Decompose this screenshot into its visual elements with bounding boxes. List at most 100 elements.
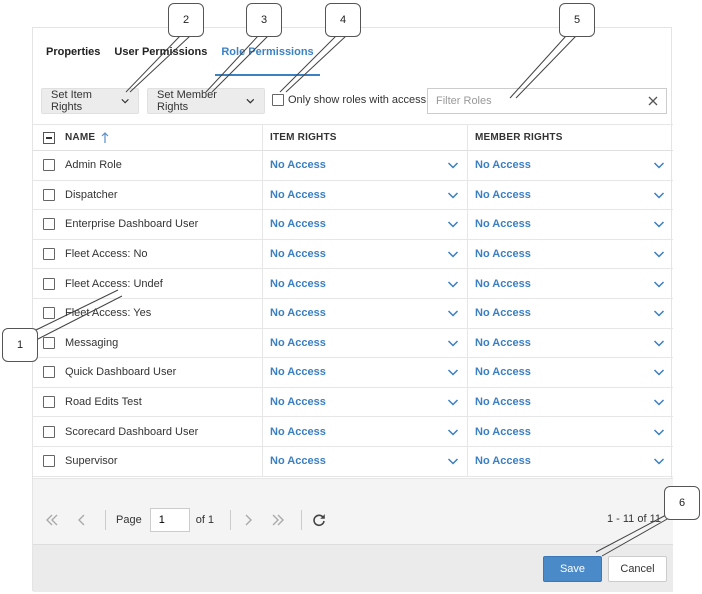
member-rights-dropdown[interactable]: No Access bbox=[468, 388, 673, 417]
tab-properties[interactable]: Properties bbox=[46, 46, 100, 76]
row-checkbox[interactable] bbox=[43, 455, 55, 468]
row-checkbox[interactable] bbox=[43, 159, 55, 172]
row-checkbox[interactable] bbox=[43, 277, 55, 290]
item-rights-dropdown[interactable]: No Access bbox=[263, 298, 468, 328]
member-rights-value: No Access bbox=[475, 425, 531, 438]
table-row[interactable]: Messaging No Access No Access bbox=[33, 328, 673, 359]
chevron-down-icon[interactable] bbox=[447, 307, 459, 319]
last-page-icon[interactable] bbox=[271, 513, 285, 527]
item-rights-dropdown[interactable]: No Access bbox=[263, 387, 468, 417]
set-member-rights-button[interactable]: Set Member Rights bbox=[147, 88, 265, 114]
sort-ascending-icon bbox=[101, 131, 109, 143]
member-rights-dropdown[interactable]: No Access bbox=[468, 151, 673, 180]
first-page-icon[interactable] bbox=[45, 513, 59, 527]
chevron-down-icon[interactable] bbox=[653, 248, 665, 260]
item-rights-dropdown[interactable]: No Access bbox=[263, 328, 468, 358]
member-rights-dropdown[interactable]: No Access bbox=[468, 240, 673, 269]
table-row[interactable]: Fleet Access: No No Access No Access bbox=[33, 239, 673, 270]
item-rights-value: No Access bbox=[270, 366, 326, 379]
chevron-down-icon[interactable] bbox=[447, 189, 459, 201]
member-rights-value: No Access bbox=[475, 248, 531, 261]
table-row[interactable]: Supervisor No Access No Access bbox=[33, 446, 673, 477]
table-row[interactable]: Admin Role No Access No Access bbox=[33, 151, 673, 181]
chevron-down-icon[interactable] bbox=[447, 278, 459, 290]
member-rights-dropdown[interactable]: No Access bbox=[468, 269, 673, 298]
chevron-down-icon[interactable] bbox=[653, 426, 665, 438]
chevron-down-icon[interactable] bbox=[653, 337, 665, 349]
only-show-roles-checkbox[interactable] bbox=[272, 94, 284, 106]
filter-roles-input[interactable] bbox=[436, 95, 648, 107]
member-rights-dropdown[interactable]: No Access bbox=[468, 417, 673, 446]
row-checkbox[interactable] bbox=[43, 425, 55, 438]
role-name-cell: Scorecard Dashboard User bbox=[65, 417, 263, 446]
table-row[interactable]: Enterprise Dashboard User No Access No Acc… bbox=[33, 210, 673, 240]
role-name-cell: Supervisor bbox=[65, 446, 263, 476]
item-rights-dropdown[interactable]: No Access bbox=[263, 151, 468, 180]
member-rights-dropdown[interactable]: No Access bbox=[468, 447, 673, 476]
chevron-down-icon[interactable] bbox=[653, 159, 665, 171]
page-number-input[interactable] bbox=[149, 508, 190, 532]
row-checkbox[interactable] bbox=[43, 307, 55, 320]
toolbar: Set Item Rights Set Member Rights Only s… bbox=[41, 88, 667, 114]
cancel-button[interactable]: Cancel bbox=[608, 556, 667, 582]
chevron-down-icon[interactable] bbox=[447, 366, 459, 378]
member-rights-dropdown[interactable]: No Access bbox=[468, 299, 673, 328]
item-rights-value: No Access bbox=[270, 277, 326, 290]
row-checkbox[interactable] bbox=[43, 396, 55, 409]
select-all-checkbox[interactable] bbox=[43, 131, 55, 144]
chevron-down-icon[interactable] bbox=[447, 396, 459, 408]
chevron-down-icon[interactable] bbox=[447, 248, 459, 260]
tab-role-permissions[interactable]: Role Permissions bbox=[215, 46, 320, 76]
member-rights-dropdown[interactable]: No Access bbox=[468, 210, 673, 239]
item-rights-dropdown[interactable]: No Access bbox=[263, 210, 468, 239]
chevron-down-icon[interactable] bbox=[447, 455, 459, 467]
member-rights-value: No Access bbox=[475, 455, 531, 468]
chevron-down-icon bbox=[121, 98, 129, 104]
member-rights-dropdown[interactable]: No Access bbox=[468, 181, 673, 210]
row-checkbox[interactable] bbox=[43, 218, 55, 231]
chevron-down-icon[interactable] bbox=[447, 426, 459, 438]
chevron-down-icon[interactable] bbox=[653, 278, 665, 290]
item-rights-dropdown[interactable]: No Access bbox=[263, 446, 468, 476]
chevron-down-icon[interactable] bbox=[447, 218, 459, 230]
set-item-rights-button[interactable]: Set Item Rights bbox=[41, 88, 139, 114]
tab-user-permissions[interactable]: User Permissions bbox=[114, 46, 207, 76]
member-rights-dropdown[interactable]: No Access bbox=[468, 358, 673, 387]
clear-icon[interactable] bbox=[648, 96, 658, 106]
refresh-icon[interactable] bbox=[312, 513, 326, 527]
name-column-header[interactable]: NAME bbox=[65, 125, 263, 150]
row-checkbox[interactable] bbox=[43, 188, 55, 201]
save-button[interactable]: Save bbox=[543, 556, 602, 582]
table-row[interactable]: Road Edits Test No Access No Access bbox=[33, 387, 673, 418]
table-row[interactable]: Dispatcher No Access No Access bbox=[33, 180, 673, 211]
table-row[interactable]: Fleet Access: Yes No Access No Access bbox=[33, 298, 673, 329]
previous-page-icon[interactable] bbox=[75, 513, 89, 527]
table-row[interactable]: Quick Dashboard User No Access No Access bbox=[33, 358, 673, 388]
chevron-down-icon[interactable] bbox=[653, 396, 665, 408]
role-name: Fleet Access: Undef bbox=[65, 277, 163, 290]
chevron-down-icon[interactable] bbox=[653, 218, 665, 230]
row-checkbox-cell bbox=[33, 151, 65, 180]
item-rights-dropdown[interactable]: No Access bbox=[263, 180, 468, 210]
item-rights-dropdown[interactable]: No Access bbox=[263, 269, 468, 298]
member-rights-dropdown[interactable]: No Access bbox=[468, 329, 673, 358]
next-page-icon[interactable] bbox=[241, 513, 255, 527]
chevron-down-icon[interactable] bbox=[447, 337, 459, 349]
item-rights-dropdown[interactable]: No Access bbox=[263, 358, 468, 387]
chevron-down-icon[interactable] bbox=[653, 455, 665, 467]
role-name: Dispatcher bbox=[65, 188, 118, 201]
chevron-down-icon[interactable] bbox=[447, 159, 459, 171]
member-rights-value: No Access bbox=[475, 188, 531, 201]
table-row[interactable]: Scorecard Dashboard User No Access No Acce… bbox=[33, 417, 673, 447]
role-name: Supervisor bbox=[65, 455, 118, 468]
table-row[interactable]: Fleet Access: Undef No Access No Access bbox=[33, 269, 673, 299]
item-rights-dropdown[interactable]: No Access bbox=[263, 417, 468, 446]
row-checkbox[interactable] bbox=[43, 248, 55, 261]
member-rights-value: No Access bbox=[475, 218, 531, 231]
chevron-down-icon[interactable] bbox=[653, 366, 665, 378]
chevron-down-icon[interactable] bbox=[653, 189, 665, 201]
item-rights-dropdown[interactable]: No Access bbox=[263, 239, 468, 269]
row-checkbox[interactable] bbox=[43, 336, 55, 349]
row-checkbox[interactable] bbox=[43, 366, 55, 379]
chevron-down-icon[interactable] bbox=[653, 307, 665, 319]
